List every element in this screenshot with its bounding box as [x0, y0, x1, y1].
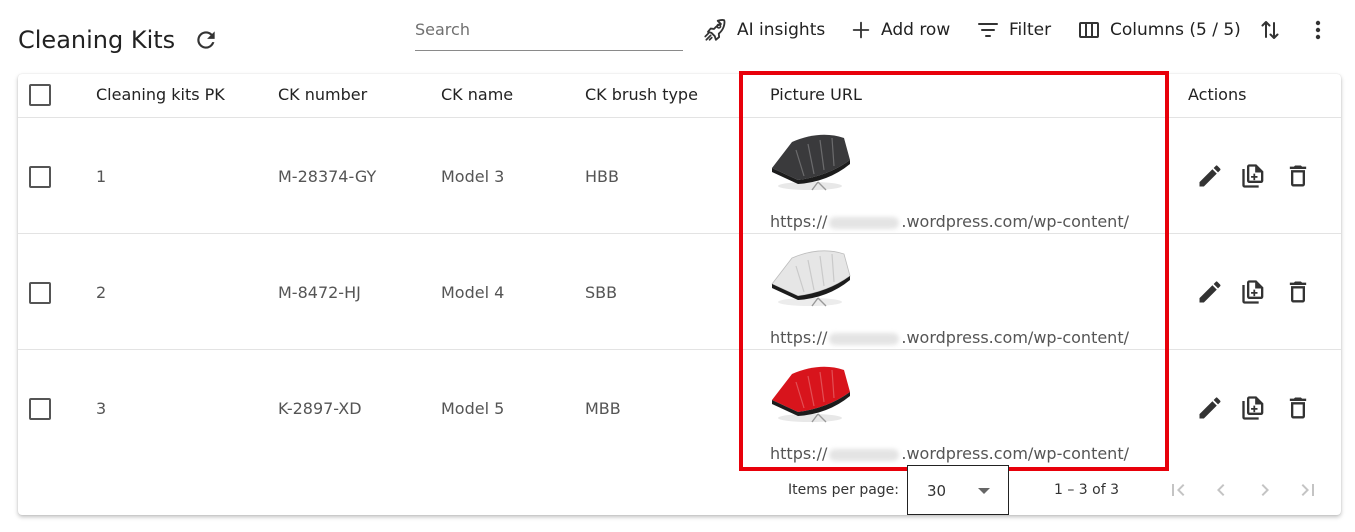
rocket-icon [704, 19, 726, 41]
cell-pk: 3 [96, 399, 107, 418]
page-title: Cleaning Kits [18, 26, 176, 54]
search-input[interactable] [415, 10, 683, 46]
chevron-down-icon [978, 488, 990, 494]
header-ck-name[interactable]: CK name [441, 85, 513, 104]
filter-icon [978, 23, 998, 37]
delete-icon[interactable] [1284, 278, 1312, 306]
more-vert-icon[interactable] [1306, 16, 1330, 44]
items-per-page-select[interactable]: 30 [907, 465, 1009, 515]
brush-image [771, 250, 851, 307]
refresh-icon[interactable] [193, 27, 219, 53]
url-prefix: https:// [770, 444, 828, 463]
ai-insights-button[interactable]: AI insights [702, 16, 825, 44]
blurred-segment [829, 332, 900, 345]
picture-url[interactable]: https:// .wordpress.com/wp-content/ [770, 212, 1129, 231]
row-checkbox[interactable] [29, 398, 51, 420]
cell-brush-type: HBB [585, 167, 619, 186]
add-row-label: Add row [881, 20, 951, 40]
cell-ck-number: M-8472-HJ [278, 283, 361, 302]
url-suffix: .wordpress.com/wp-content/ [901, 444, 1129, 463]
plus-icon [852, 21, 870, 39]
items-per-page-label: Items per page: [788, 482, 900, 498]
url-suffix: .wordpress.com/wp-content/ [901, 212, 1129, 231]
cell-ck-number: K-2897-XD [278, 399, 362, 418]
first-page-icon[interactable] [1166, 478, 1190, 502]
row-checkbox[interactable] [29, 166, 51, 188]
duplicate-icon[interactable] [1240, 278, 1268, 306]
delete-icon[interactable] [1284, 162, 1312, 190]
header-actions: Actions [1188, 85, 1247, 104]
edit-icon[interactable] [1196, 278, 1224, 306]
picture-url[interactable]: https:// .wordpress.com/wp-content/ [770, 328, 1129, 347]
cell-ck-name: Model 3 [441, 167, 505, 186]
ai-insights-label: AI insights [737, 20, 826, 40]
edit-icon[interactable] [1196, 162, 1224, 190]
row-divider [18, 233, 1341, 234]
delete-icon[interactable] [1284, 394, 1312, 422]
cell-ck-name: Model 5 [441, 399, 505, 418]
cell-ck-name: Model 4 [441, 283, 505, 302]
columns-icon [1079, 22, 1099, 38]
blurred-segment [829, 448, 900, 461]
cell-brush-type: SBB [585, 283, 618, 302]
row-checkbox[interactable] [29, 282, 51, 304]
duplicate-icon[interactable] [1240, 394, 1268, 422]
brush-image [772, 366, 850, 423]
pagination-range: 1 – 3 of 3 [1054, 482, 1120, 498]
cell-ck-number: M-28374-GY [278, 167, 377, 186]
cell-pk: 2 [96, 283, 107, 302]
edit-icon[interactable] [1196, 394, 1224, 422]
header-cleaning-kits-pk[interactable]: Cleaning kits PK [96, 85, 225, 104]
picture-url[interactable]: https:// .wordpress.com/wp-content/ [770, 444, 1129, 463]
header-picture-url[interactable]: Picture URL [770, 85, 862, 104]
brush-image [772, 134, 850, 191]
data-table: Cleaning kits PK CK number CK name CK br… [18, 74, 1341, 515]
items-per-page-value: 30 [927, 482, 947, 500]
header-ck-brush-type[interactable]: CK brush type [585, 85, 698, 104]
duplicate-icon[interactable] [1240, 162, 1268, 190]
header-ck-number[interactable]: CK number [278, 85, 367, 104]
url-prefix: https:// [770, 212, 828, 231]
cell-pk: 1 [96, 167, 107, 186]
prev-page-icon[interactable] [1209, 478, 1233, 502]
search-field [415, 10, 683, 51]
url-prefix: https:// [770, 328, 828, 347]
columns-button[interactable]: Columns (5 / 5) [1077, 16, 1241, 44]
url-suffix: .wordpress.com/wp-content/ [901, 328, 1129, 347]
columns-label: Columns (5 / 5) [1110, 20, 1241, 40]
add-row-button[interactable]: Add row [850, 16, 950, 44]
cell-brush-type: MBB [585, 399, 621, 418]
filter-label: Filter [1009, 20, 1052, 40]
next-page-icon[interactable] [1253, 478, 1277, 502]
row-divider [18, 117, 1341, 118]
row-divider [18, 349, 1341, 350]
filter-button[interactable]: Filter [976, 16, 1051, 44]
select-all-checkbox[interactable] [29, 84, 51, 106]
sort-icon[interactable] [1258, 16, 1282, 44]
last-page-icon[interactable] [1296, 478, 1320, 502]
blurred-segment [829, 216, 900, 229]
